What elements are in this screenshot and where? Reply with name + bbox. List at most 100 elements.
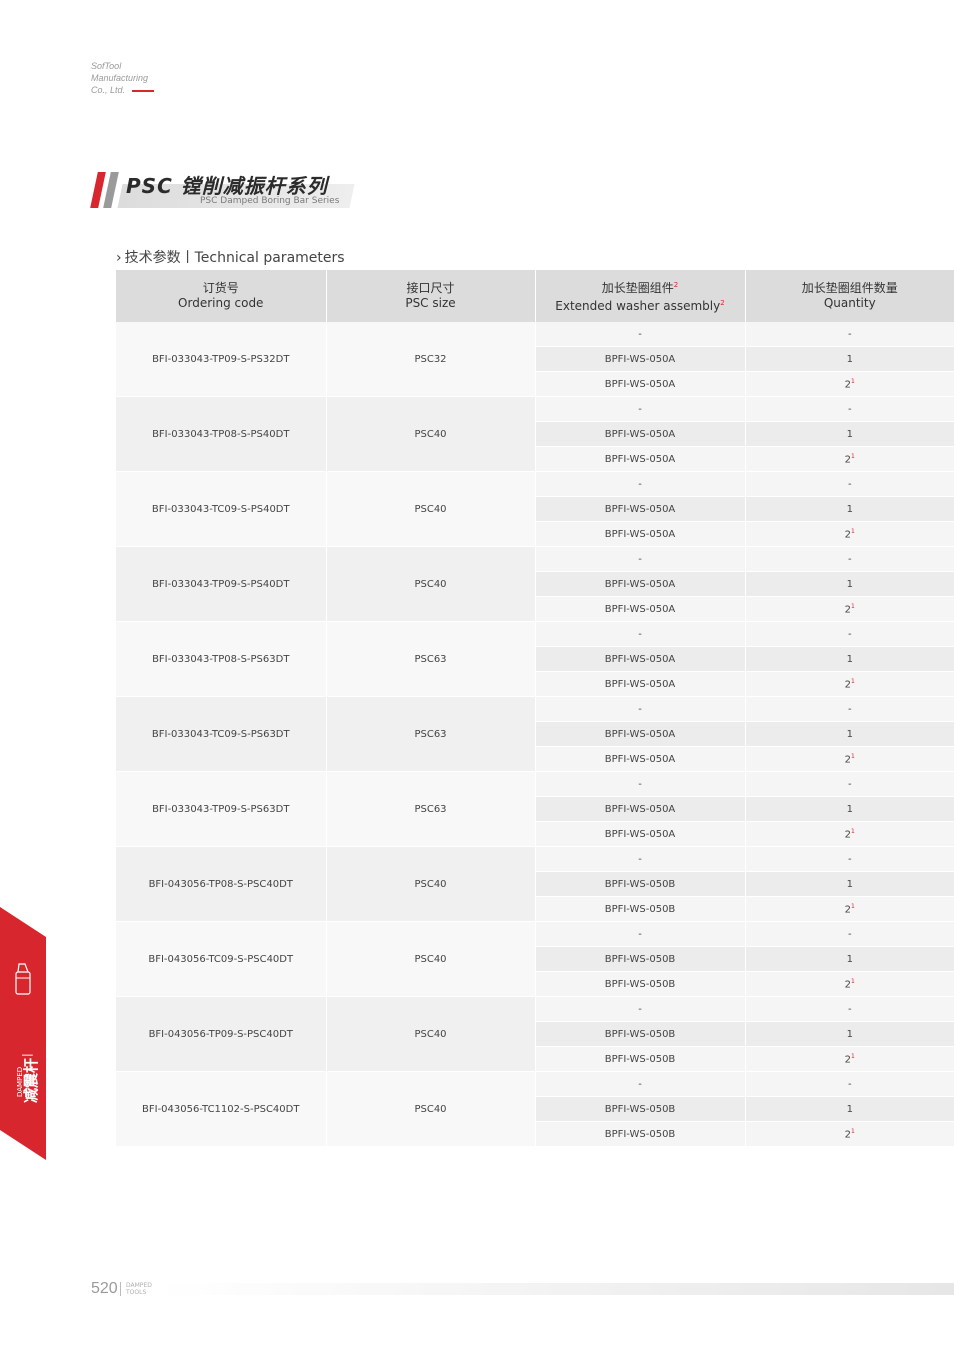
quantity-value: 1: [846, 728, 853, 740]
header-washer-assembly: 加长垫圈组件2 Extended washer assembly2: [535, 270, 746, 322]
quantity-cell: -: [745, 996, 954, 1022]
quantity-value: -: [847, 1078, 852, 1090]
quantity-value: -: [847, 628, 852, 640]
quantity-cell: -: [745, 771, 954, 797]
footnote-marker: 1: [851, 827, 855, 835]
side-tab-en-2: TOOLS: [24, 1073, 32, 1097]
quantity-value: 1: [846, 953, 853, 965]
quantity-cell: 1: [745, 946, 954, 972]
washer-assembly-cell: BPFI-WS-050B: [535, 1021, 746, 1047]
section-heading: › 技术参数丨Technical parameters: [116, 247, 345, 267]
ordering-code-cell: BFI-043056-TP09-S-PSC40DT: [116, 996, 327, 1072]
side-tab-separator: |: [20, 1053, 33, 1057]
table-row: BFI-033043-TP09-S-PS63DT PSC63- -: [116, 771, 954, 847]
washer-assembly-cell: BPFI-WS-050B: [535, 1046, 746, 1072]
footnote-marker: 1: [851, 1127, 855, 1135]
washer-assembly-cell: BPFI-WS-050A: [535, 821, 746, 847]
quantity-cell: -: [745, 621, 954, 647]
footnote-marker: 1: [851, 452, 855, 460]
page-subtitle: PSC Damped Boring Bar Series: [200, 196, 340, 206]
ordering-code-cell: BFI-043056-TC09-S-PSC40DT: [116, 921, 327, 997]
quantity-cell: 21: [745, 1046, 954, 1072]
quantity-cell: -: [745, 471, 954, 497]
section-heading-text: 技术参数丨Technical parameters: [124, 250, 345, 266]
washer-assembly-cell: -: [535, 471, 746, 497]
washer-assembly-cell: BPFI-WS-050A: [535, 371, 746, 397]
quantity-cell: 1: [745, 1021, 954, 1047]
ordering-code-cell: BFI-033043-TC09-S-PS40DT: [116, 471, 327, 547]
ordering-code-cell: BFI-033043-TP09-S-PS32DT: [116, 322, 327, 397]
washer-assembly-cell: -: [535, 996, 746, 1022]
quantity-cell: 1: [745, 421, 954, 447]
side-tab-en-1: DAMPED: [16, 1066, 24, 1097]
table-row: BFI-043056-TC09-S-PSC40DT PSC40- -: [116, 921, 954, 997]
ordering-code-cell: BFI-033043-TP08-S-PS40DT: [116, 396, 327, 472]
table-row: BFI-033043-TP09-S-PS32DT PSC32- -: [116, 322, 954, 397]
washer-assembly-cell: BPFI-WS-050B: [535, 946, 746, 972]
company-underline: [132, 90, 154, 92]
ordering-code-cell: BFI-043056-TP08-S-PSC40DT: [116, 846, 327, 922]
ordering-code-cell: BFI-033043-TP08-S-PS63DT: [116, 621, 327, 697]
washer-assembly-cell: -: [535, 621, 746, 647]
quantity-value: 1: [846, 503, 853, 515]
quantity-cell: 1: [745, 646, 954, 672]
washer-assembly-cell: BPFI-WS-050A: [535, 746, 746, 772]
header-ordering-code: 订货号 Ordering code: [116, 270, 327, 322]
washer-assembly-cell: -: [535, 546, 746, 572]
side-tab[interactable]: 减震杆 | DAMPED TOOLS: [0, 907, 46, 1160]
table-row: BFI-043056-TP08-S-PSC40DT PSC40- -: [116, 846, 954, 922]
quantity-value: -: [847, 928, 852, 940]
quantity-value: -: [847, 703, 852, 715]
washer-assembly-cell: BPFI-WS-050A: [535, 646, 746, 672]
footnote-marker: 1: [851, 977, 855, 985]
quantity-cell: 21: [745, 671, 954, 697]
page-title-block: PSC 镗削减振杆系列 PSC Damped Boring Bar Series: [90, 170, 355, 210]
quantity-cell: 1: [745, 346, 954, 372]
washer-assembly-cell: -: [535, 696, 746, 722]
quantity-value: -: [847, 853, 852, 865]
washer-assembly-cell: BPFI-WS-050A: [535, 521, 746, 547]
quantity-cell: 21: [745, 596, 954, 622]
footnote-marker: 1: [851, 677, 855, 685]
page-number: 520: [91, 1280, 118, 1297]
table-row: BFI-033043-TP09-S-PS40DT PSC40- -: [116, 546, 954, 622]
psc-size-cell: PSC40: [326, 846, 536, 922]
header-psc-size: 接口尺寸 PSC size: [326, 270, 536, 322]
washer-assembly-cell: BPFI-WS-050A: [535, 346, 746, 372]
washer-assembly-cell: -: [535, 396, 746, 422]
footer-bar: [156, 1283, 954, 1295]
quantity-cell: -: [745, 322, 954, 347]
quantity-value: -: [847, 328, 852, 340]
footer-label: DAMPED TOOLS: [126, 1282, 152, 1296]
table-body: BFI-033043-TP09-S-PS32DT PSC32- - BPFI-WS-0…: [116, 322, 954, 1147]
company-line-2: Manufacturing: [91, 73, 149, 83]
quantity-value: 1: [846, 878, 853, 890]
quantity-cell: -: [745, 696, 954, 722]
quantity-cell: -: [745, 846, 954, 872]
quantity-value: -: [847, 553, 852, 565]
quantity-value: -: [847, 403, 852, 415]
quantity-cell: 21: [745, 971, 954, 997]
table-header-row: 订货号 Ordering code 接口尺寸 PSC size 加长垫圈组件2 Ext…: [116, 270, 954, 322]
quantity-cell: 21: [745, 746, 954, 772]
washer-assembly-cell: BPFI-WS-050A: [535, 496, 746, 522]
header-quantity: 加长垫圈组件数量 Quantity: [745, 270, 954, 322]
washer-assembly-cell: BPFI-WS-050B: [535, 896, 746, 922]
quantity-cell: 1: [745, 496, 954, 522]
ordering-code-cell: BFI-033043-TC09-S-PS63DT: [116, 696, 327, 772]
parameters-table: 订货号 Ordering code 接口尺寸 PSC size 加长垫圈组件2 Ext…: [116, 270, 954, 1147]
washer-assembly-cell: BPFI-WS-050B: [535, 1121, 746, 1147]
quantity-value: -: [847, 1003, 852, 1015]
table-row: BFI-033043-TP08-S-PS63DT PSC63- -: [116, 621, 954, 697]
quantity-cell: 1: [745, 796, 954, 822]
psc-size-cell: PSC40: [326, 396, 536, 472]
washer-assembly-cell: -: [535, 322, 746, 347]
quantity-value: 1: [846, 428, 853, 440]
footnote-marker: 2: [673, 281, 679, 289]
table-row: BFI-033043-TC09-S-PS63DT PSC63- -: [116, 696, 954, 772]
psc-size-cell: PSC40: [326, 1071, 536, 1147]
quantity-value: 1: [846, 1103, 853, 1115]
quantity-cell: 21: [745, 821, 954, 847]
quantity-cell: 1: [745, 1096, 954, 1122]
quantity-cell: 1: [745, 571, 954, 597]
